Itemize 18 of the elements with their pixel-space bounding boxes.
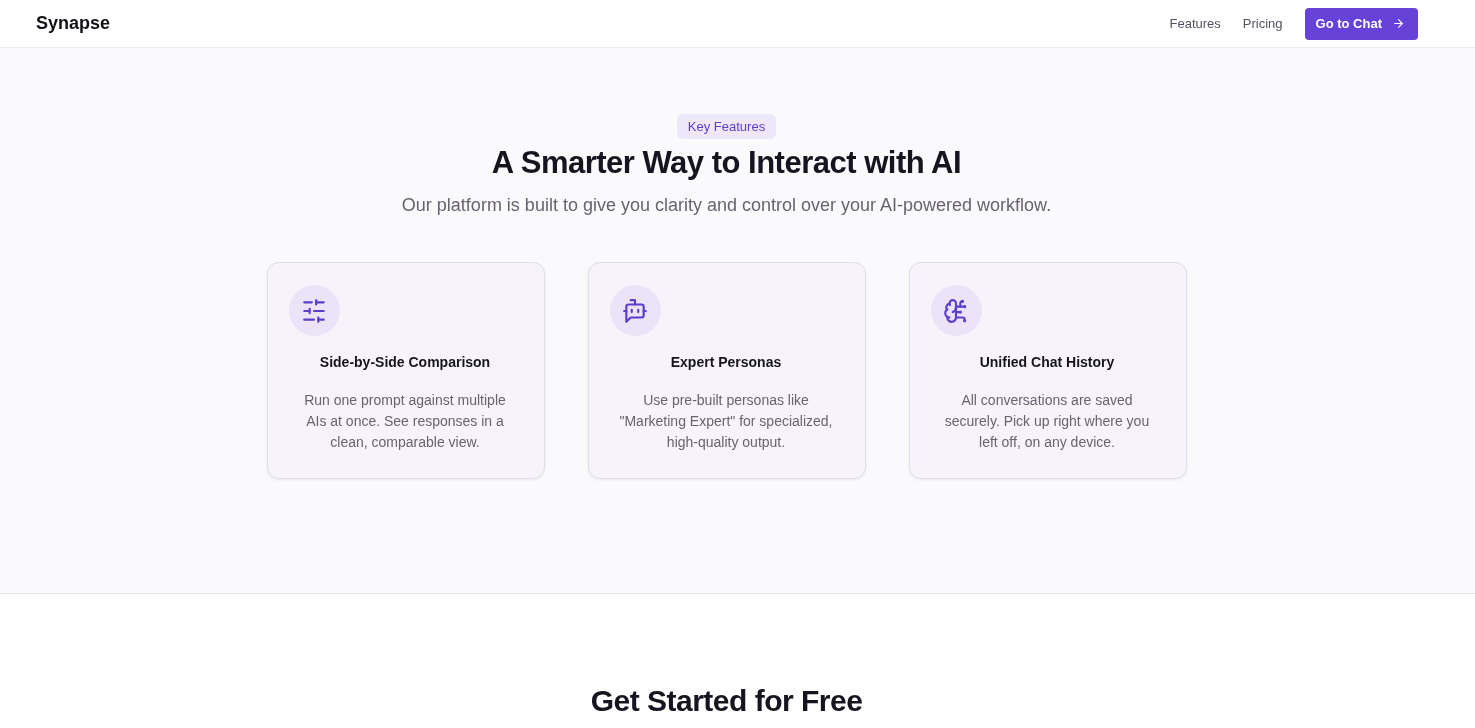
- logo[interactable]: Synapse: [36, 13, 111, 34]
- section-badge: Key Features: [676, 114, 777, 139]
- card-description: Use pre-built personas like "Marketing Expert" for specialized, high-quality output.: [618, 391, 834, 452]
- card-description: Run one prompt against multiple AIs at once. See responses in a clean, comparable view.: [303, 391, 507, 452]
- section-title: A Smarter Way to Interact with AI: [491, 144, 962, 182]
- nav-link[interactable]: Features: [1169, 16, 1221, 31]
- go-to-chat-button[interactable]: Go to Chat: [1304, 7, 1418, 40]
- brain-circuit-icon: [930, 285, 982, 336]
- section-title: Get Started for Free: [590, 683, 863, 719]
- card-description: All conversations are saved securely. Pick up right where you left off, on any device.: [943, 391, 1151, 452]
- section-subtitle: Our platform is built to give you clarity and control over your AI-powered workflow.: [401, 194, 1052, 217]
- sliders-icon: [288, 285, 340, 336]
- arrow-right-icon: [1392, 17, 1405, 30]
- nav-link[interactable]: Pricing: [1242, 16, 1283, 31]
- card-title: Unified Chat History: [979, 353, 1115, 372]
- chat-bot-icon: [609, 285, 661, 336]
- card-title: Expert Personas: [670, 353, 782, 372]
- card-title: Side-by-Side Comparison: [319, 353, 491, 372]
